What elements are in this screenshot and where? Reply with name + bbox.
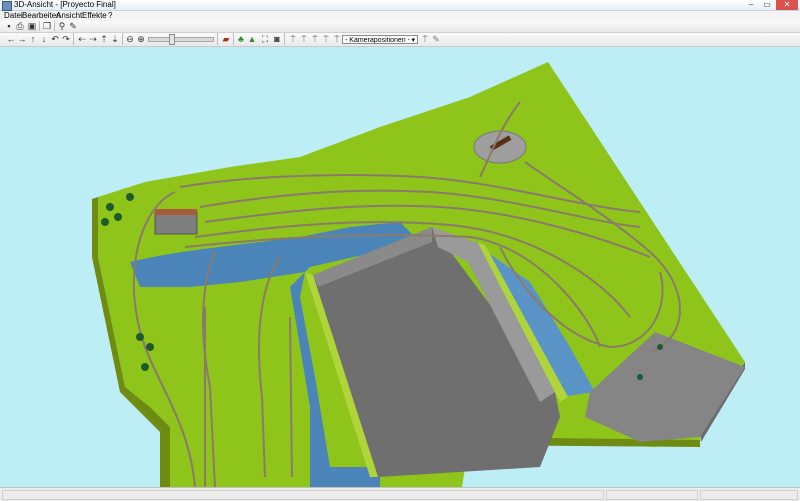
rotate-right-icon[interactable]: ↷ xyxy=(61,34,71,44)
status-cell xyxy=(606,490,698,500)
tree xyxy=(126,193,134,201)
menu-ansicht[interactable]: Ansicht xyxy=(56,11,82,21)
status-bar xyxy=(0,487,800,501)
zoom-in-icon[interactable]: ⊕ xyxy=(136,34,146,44)
walk-right-icon[interactable]: ⇢ xyxy=(88,34,98,44)
tree xyxy=(637,374,643,380)
tree xyxy=(146,343,154,351)
wand-icon[interactable]: ⚲ xyxy=(57,21,67,31)
save-icon[interactable]: ▪ xyxy=(4,21,14,31)
app-icon xyxy=(2,1,12,11)
copy-icon[interactable]: ❐ xyxy=(42,21,52,31)
maximize-button[interactable]: ▭ xyxy=(760,0,774,10)
print-preview-icon[interactable]: ▣ xyxy=(27,21,37,31)
tree xyxy=(657,344,663,350)
landscape-icon[interactable]: ▲ xyxy=(247,34,257,44)
minimize-button[interactable]: ‒ xyxy=(744,0,758,10)
cam-add-icon[interactable]: ✎ xyxy=(431,34,441,44)
chevron-down-icon: ▾ xyxy=(411,37,415,44)
toolbar-separator xyxy=(122,33,123,45)
camera-5-icon[interactable]: ⍑ xyxy=(332,34,342,44)
train-icon[interactable]: ▰ xyxy=(221,34,231,44)
layout-3d-scene[interactable] xyxy=(0,47,800,487)
walk-forward-icon[interactable]: ⇡ xyxy=(99,34,109,44)
menu-datei[interactable]: Datei xyxy=(4,11,23,21)
zoom-out-icon[interactable]: ⊖ xyxy=(125,34,135,44)
navigation-row: ← → ↑ ↓ ↶ ↷ ⇠ ⇢ ⇡ ⇣ ⊖ ⊕ ▰ ♣ ▲ ⛶ ◙ ⍑ ⍑ ⍑ … xyxy=(0,33,800,47)
camera-icon[interactable]: ◙ xyxy=(272,34,282,44)
tree xyxy=(114,213,122,221)
camera-4-icon[interactable]: ⍑ xyxy=(321,34,331,44)
3d-viewport[interactable] xyxy=(0,47,800,487)
menu-effekte[interactable]: Effekte xyxy=(82,11,107,21)
tree xyxy=(101,218,109,226)
menu-help[interactable]: ? xyxy=(108,11,112,21)
fullscreen-icon[interactable]: ⛶ xyxy=(260,34,270,44)
arrow-up-icon[interactable]: ↑ xyxy=(28,34,38,44)
arrow-left-icon[interactable]: ← xyxy=(6,34,16,44)
toolbar-separator xyxy=(233,33,234,45)
camera-2-icon[interactable]: ⍑ xyxy=(299,34,309,44)
window-title: 3D-Ansicht - [Proyecto Final] xyxy=(14,0,116,9)
menu-bearbeiten[interactable]: Bearbeiten xyxy=(22,11,61,21)
tree xyxy=(136,333,144,341)
cam-settings-icon[interactable]: ⍑ xyxy=(420,34,430,44)
station-roof xyxy=(155,209,197,215)
camera-positions-dropdown[interactable]: - Kamerapositionen - ▾ xyxy=(342,35,418,44)
export-icon[interactable]: ✎ xyxy=(68,21,78,31)
toolbar-separator xyxy=(39,21,40,31)
close-button[interactable]: ✕ xyxy=(776,0,798,10)
arrow-right-icon[interactable]: → xyxy=(17,34,27,44)
tree-icon[interactable]: ♣ xyxy=(236,34,246,44)
toolbar-separator xyxy=(284,33,285,45)
tree xyxy=(141,363,149,371)
title-bar: 3D-Ansicht - [Proyecto Final] ‒ ▭ ✕ xyxy=(0,0,800,11)
toolbar-separator xyxy=(54,21,55,31)
icons-toolbar: ▪ ⎙ ▣ ❐ ⚲ ✎ xyxy=(0,21,800,33)
toolbar-separator xyxy=(217,33,218,45)
status-cell xyxy=(700,490,798,500)
tree xyxy=(106,203,114,211)
zoom-slider[interactable] xyxy=(148,34,214,45)
arrow-down-icon[interactable]: ↓ xyxy=(39,34,49,44)
rotate-left-icon[interactable]: ↶ xyxy=(50,34,60,44)
camera-1-icon[interactable]: ⍑ xyxy=(288,34,298,44)
zoom-slider-thumb[interactable] xyxy=(169,34,175,45)
camera-3-icon[interactable]: ⍑ xyxy=(310,34,320,44)
station-building xyxy=(154,211,198,235)
walk-left-icon[interactable]: ⇠ xyxy=(77,34,87,44)
print-icon[interactable]: ⎙ xyxy=(15,21,25,31)
status-cell xyxy=(2,490,604,500)
toolbar-separator xyxy=(73,33,74,45)
camera-positions-label: - Kamerapositionen - xyxy=(345,37,410,44)
walk-back-icon[interactable]: ⇣ xyxy=(110,34,120,44)
